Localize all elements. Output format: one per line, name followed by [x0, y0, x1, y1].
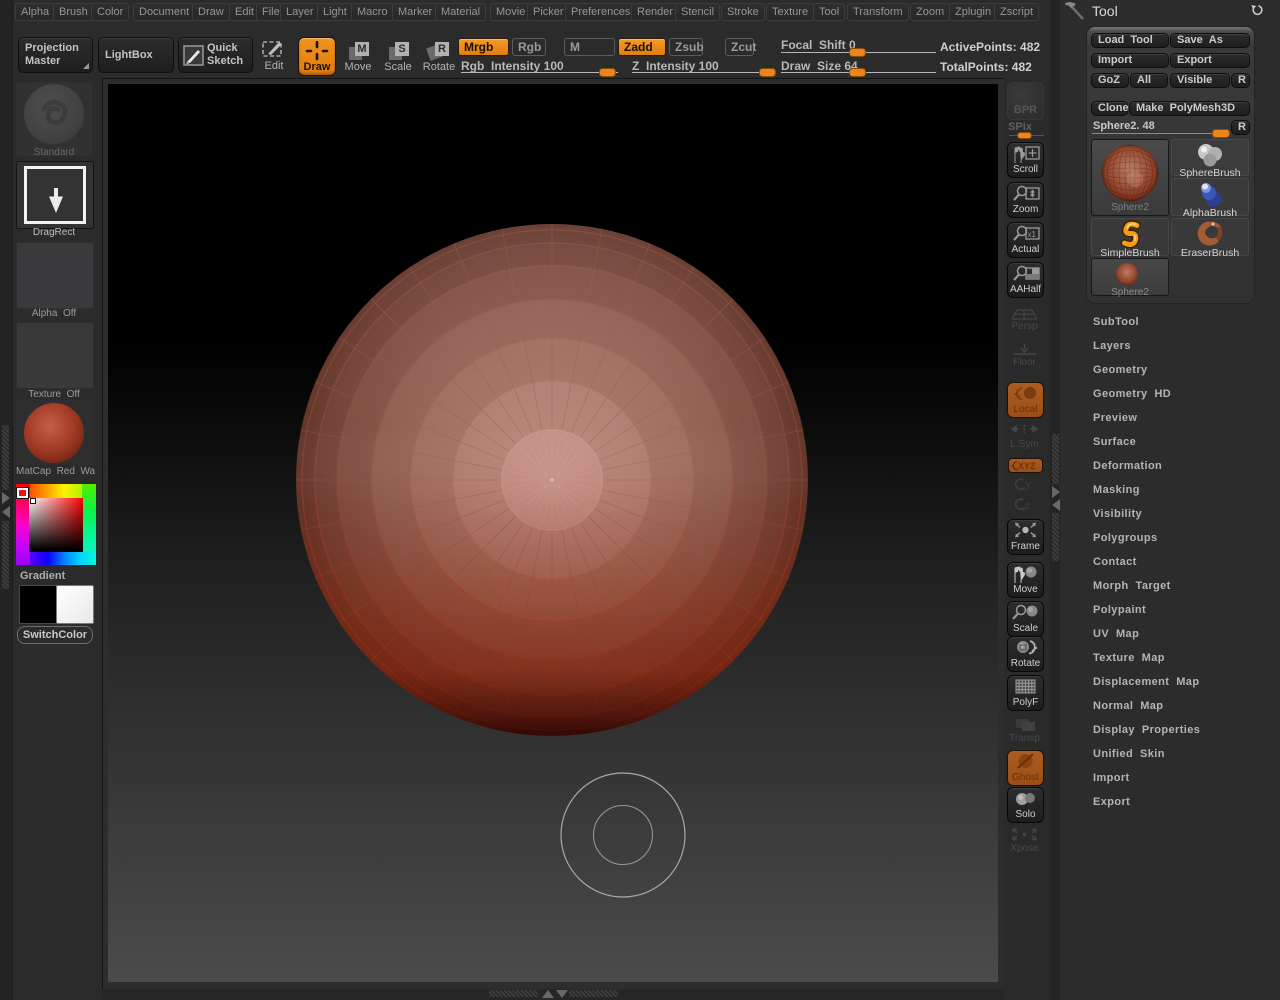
svg-text:Y: Y [1025, 481, 1032, 492]
svg-text:z: z [1025, 501, 1030, 512]
svg-text:x1: x1 [1028, 230, 1037, 239]
svg-text:XYZ: XYZ [1018, 461, 1036, 471]
